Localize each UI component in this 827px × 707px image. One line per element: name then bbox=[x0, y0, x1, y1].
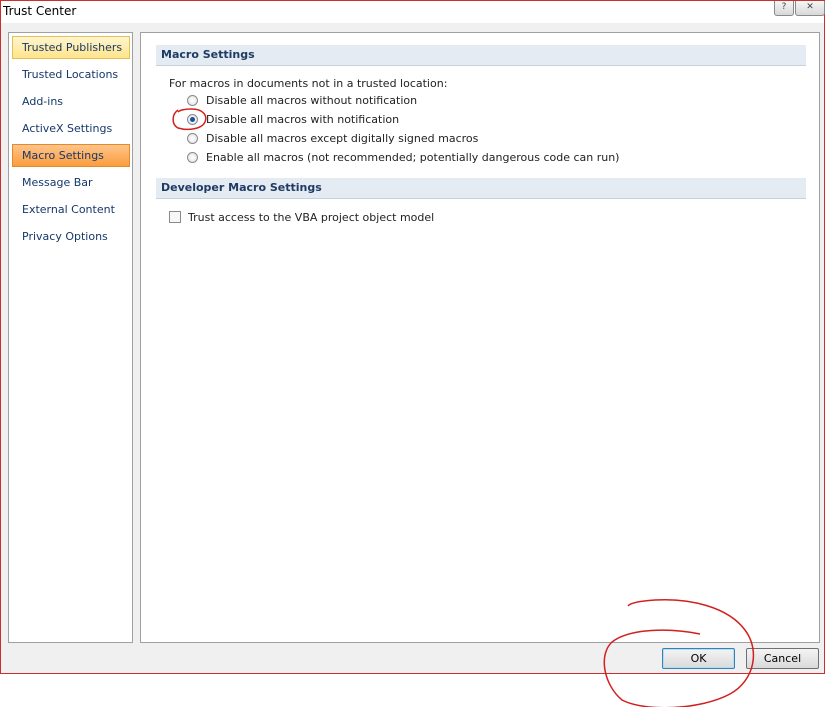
close-icon: ✕ bbox=[806, 2, 814, 12]
radio-label[interactable]: Disable all macros without notification bbox=[206, 94, 417, 107]
macro-settings-header: Macro Settings bbox=[156, 45, 806, 66]
radio-disable-no-notification[interactable] bbox=[187, 95, 198, 106]
vba-access-checkbox[interactable] bbox=[169, 211, 181, 223]
sidebar-item-message-bar[interactable]: Message Bar bbox=[12, 171, 130, 194]
checkbox-label[interactable]: Trust access to the VBA project object m… bbox=[188, 211, 434, 224]
cancel-button[interactable]: Cancel bbox=[746, 648, 819, 669]
help-button[interactable]: ? bbox=[774, 1, 794, 16]
sidebar-item-privacy-options[interactable]: Privacy Options bbox=[12, 225, 130, 248]
sidebar-item-trusted-publishers[interactable]: Trusted Publishers bbox=[12, 36, 130, 59]
ok-button[interactable]: OK bbox=[662, 648, 735, 669]
sidebar-item-activex-settings[interactable]: ActiveX Settings bbox=[12, 117, 130, 140]
trust-center-dialog: Trust Center ? ✕ Trusted Publishers Trus… bbox=[0, 0, 825, 674]
radio-disable-except-signed[interactable] bbox=[187, 133, 198, 144]
sidebar-item-external-content[interactable]: External Content bbox=[12, 198, 130, 221]
sidebar: Trusted Publishers Trusted Locations Add… bbox=[8, 32, 133, 643]
radio-disable-with-notification[interactable] bbox=[187, 114, 198, 125]
radio-label[interactable]: Disable all macros except digitally sign… bbox=[206, 132, 478, 145]
help-icon: ? bbox=[781, 2, 787, 12]
section-title: Macro Settings bbox=[161, 48, 255, 61]
macro-intro-text: For macros in documents not in a trusted… bbox=[169, 77, 448, 90]
section-title: Developer Macro Settings bbox=[161, 181, 322, 194]
settings-panel: Macro Settings For macros in documents n… bbox=[140, 32, 820, 643]
developer-settings-header: Developer Macro Settings bbox=[156, 178, 806, 199]
radio-label[interactable]: Disable all macros with notification bbox=[206, 113, 399, 126]
window-title: Trust Center bbox=[3, 4, 77, 18]
sidebar-item-macro-settings[interactable]: Macro Settings bbox=[12, 144, 130, 167]
close-button[interactable]: ✕ bbox=[795, 1, 825, 16]
radio-label[interactable]: Enable all macros (not recommended; pote… bbox=[206, 151, 619, 164]
sidebar-item-trusted-locations[interactable]: Trusted Locations bbox=[12, 63, 130, 86]
title-bar: Trust Center ? ✕ bbox=[1, 1, 825, 23]
sidebar-item-add-ins[interactable]: Add-ins bbox=[12, 90, 130, 113]
radio-enable-all[interactable] bbox=[187, 152, 198, 163]
